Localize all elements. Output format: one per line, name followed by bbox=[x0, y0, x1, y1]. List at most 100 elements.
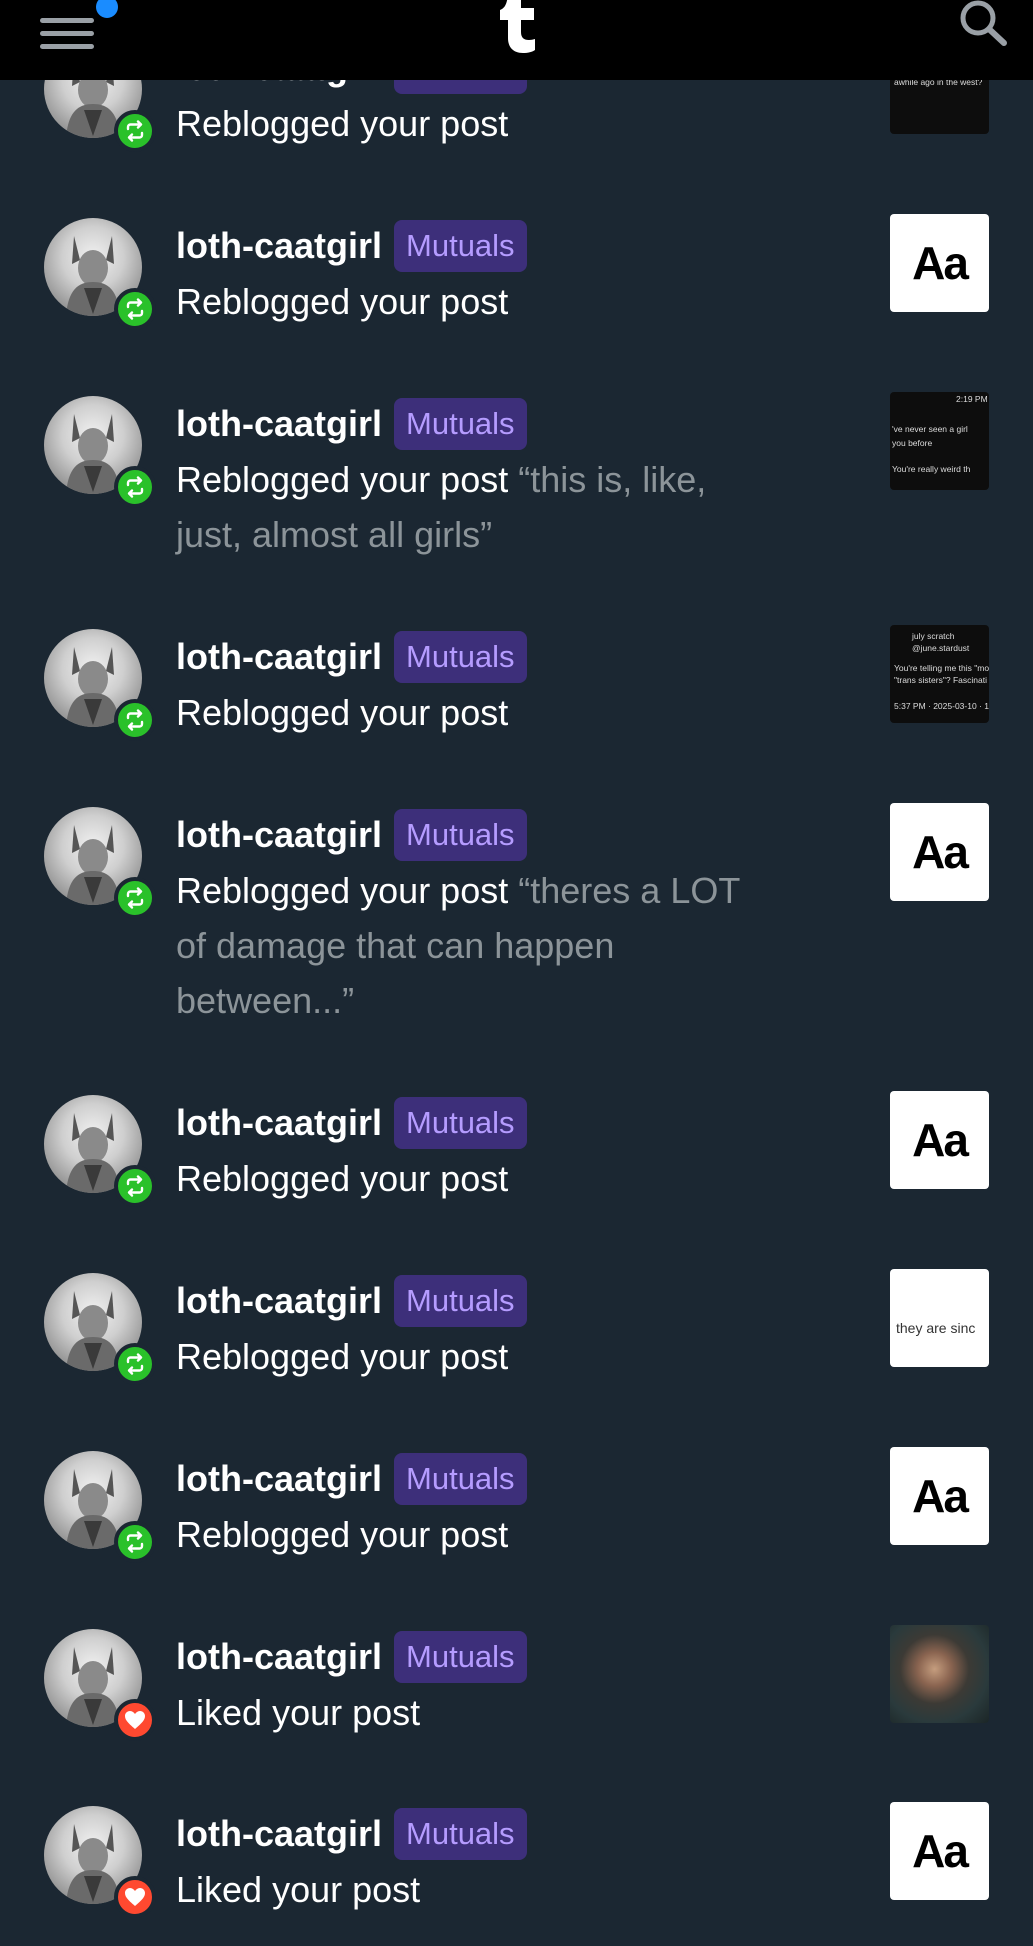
notification-header: loth-caatgirl Mutuals bbox=[176, 1806, 756, 1862]
post-thumbnail[interactable]: Aa bbox=[890, 1802, 989, 1900]
reblog-icon bbox=[126, 120, 144, 142]
reblog-badge bbox=[114, 1521, 156, 1563]
mutuals-badge: Mutuals bbox=[394, 1275, 527, 1327]
mutuals-badge: Mutuals bbox=[394, 220, 527, 272]
notification-action: Reblogged your post “theres a LOT of dam… bbox=[176, 863, 756, 1028]
notification-header: loth-caatgirl Mutuals bbox=[176, 629, 756, 685]
notification-row[interactable]: loth-caatgirl Mutuals Reblogged your post … bbox=[0, 803, 1033, 1021]
thumbnail-text: 5:37 PM · 2025-03-10 · 158K v bbox=[894, 701, 989, 711]
avatar-button[interactable] bbox=[44, 1273, 156, 1385]
like-badge bbox=[114, 1699, 156, 1741]
notification-header: loth-caatgirl Mutuals bbox=[176, 1273, 756, 1329]
thumbnail-text: You're telling me this "mo bbox=[894, 663, 989, 673]
notification-text: loth-caatgirl Mutuals Reblogged your post bbox=[176, 218, 756, 329]
notification-header: loth-caatgirl Mutuals bbox=[176, 1629, 756, 1685]
notification-text: loth-caatgirl Mutuals Liked your post bbox=[176, 1806, 756, 1917]
notification-action: Reblogged your post bbox=[176, 96, 756, 151]
post-thumbnail[interactable]: 2:19 PM 've never seen a girl you before Yo… bbox=[890, 392, 989, 490]
search-button[interactable] bbox=[954, 0, 1010, 48]
thumbnail-text: @june.stardust bbox=[912, 643, 970, 653]
action-text: Liked your post bbox=[176, 1869, 421, 1910]
notification-row[interactable]: loth-caatgirl Mutuals Liked your post Aa bbox=[0, 1802, 1033, 1946]
post-thumbnail[interactable]: Aa bbox=[890, 214, 989, 312]
action-text: Reblogged your post bbox=[176, 103, 509, 144]
reblog-icon bbox=[126, 1175, 144, 1197]
notification-row[interactable]: loth-caatgirl Mutuals Reblogged your post A… bbox=[0, 1447, 1033, 1591]
avatar-button[interactable] bbox=[44, 1629, 156, 1741]
notification-action: Reblogged your post “this is, like, just… bbox=[176, 452, 756, 562]
action-text: Reblogged your post bbox=[176, 1336, 509, 1377]
username-link[interactable]: loth-caatgirl bbox=[176, 1458, 382, 1500]
notification-row[interactable]: loth-caatgirl Mutuals Reblogged your post A… bbox=[0, 214, 1033, 358]
heart-icon bbox=[125, 1711, 145, 1729]
username-link[interactable]: loth-caatgirl bbox=[176, 225, 382, 267]
reblog-badge bbox=[114, 877, 156, 919]
mutuals-badge: Mutuals bbox=[394, 1808, 527, 1860]
username-link[interactable]: loth-caatgirl bbox=[176, 636, 382, 678]
thumbnail-text: you before bbox=[892, 438, 933, 448]
notification-text: loth-caatgirl Mutuals Reblogged your post … bbox=[176, 396, 756, 562]
mutuals-badge: Mutuals bbox=[394, 1097, 527, 1149]
notification-action: Reblogged your post bbox=[176, 274, 756, 329]
notification-row[interactable]: loth-caatgirl Mutuals Reblogged your post A… bbox=[0, 1091, 1033, 1235]
username-link[interactable]: loth-caatgirl bbox=[176, 814, 382, 856]
username-link[interactable]: loth-caatgirl bbox=[176, 1636, 382, 1678]
reblog-icon bbox=[126, 1531, 144, 1553]
avatar-button[interactable] bbox=[44, 807, 156, 919]
post-thumbnail[interactable]: Aa bbox=[890, 1091, 989, 1189]
notification-text: loth-caatgirl Mutuals Reblogged your post bbox=[176, 1273, 756, 1384]
reblog-badge bbox=[114, 466, 156, 508]
username-link[interactable]: loth-caatgirl bbox=[176, 1280, 382, 1322]
notification-action: Reblogged your post bbox=[176, 1151, 756, 1206]
post-thumbnail[interactable]: july scratch @june.stardust You're telling… bbox=[890, 625, 989, 723]
thumbnail-text: 2:19 PM bbox=[956, 394, 988, 404]
notification-action: Reblogged your post bbox=[176, 1329, 756, 1384]
avatar-button[interactable] bbox=[44, 629, 156, 741]
avatar-button[interactable] bbox=[44, 396, 156, 508]
thumbnail-text: they are sinc bbox=[896, 1320, 976, 1336]
post-thumbnail[interactable]: Aa bbox=[890, 1447, 989, 1545]
top-bar bbox=[0, 0, 1033, 80]
notification-header: loth-caatgirl Mutuals bbox=[176, 218, 756, 274]
avatar-button[interactable] bbox=[44, 1806, 156, 1918]
mutuals-badge: Mutuals bbox=[394, 1631, 527, 1683]
thumbnail-text: "trans sisters"? Fascinati bbox=[894, 675, 987, 685]
notification-text: loth-caatgirl Mutuals Reblogged your post … bbox=[176, 807, 756, 1028]
action-text: Reblogged your post bbox=[176, 870, 509, 911]
reblog-badge bbox=[114, 699, 156, 741]
tumblr-logo-button[interactable] bbox=[492, 0, 542, 54]
username-link[interactable]: loth-caatgirl bbox=[176, 403, 382, 445]
avatar-button[interactable] bbox=[44, 1451, 156, 1563]
notification-row[interactable]: loth-caatgirl Mutuals Reblogged your post j… bbox=[0, 625, 1033, 769]
reblog-icon bbox=[126, 1353, 144, 1375]
menu-button[interactable] bbox=[38, 0, 122, 49]
reblog-icon bbox=[126, 476, 144, 498]
search-icon bbox=[960, 0, 1007, 46]
notification-action: Liked your post bbox=[176, 1685, 756, 1740]
notification-text: loth-caatgirl Mutuals Reblogged your post bbox=[176, 1451, 756, 1562]
thumbnail-text: You're really weird th bbox=[892, 464, 971, 474]
avatar-button[interactable] bbox=[44, 1095, 156, 1207]
notification-row[interactable]: loth-caatgirl Mutuals Liked your post bbox=[0, 1625, 1033, 1769]
notification-row[interactable]: loth-caatgirl Mutuals Reblogged your post … bbox=[0, 392, 1033, 555]
notification-header: loth-caatgirl Mutuals bbox=[176, 1095, 756, 1151]
notification-row[interactable]: loth-caatgirl Mutuals Reblogged your post t… bbox=[0, 1269, 1033, 1413]
thumbnail-text: july scratch bbox=[912, 631, 955, 641]
username-link[interactable]: loth-caatgirl bbox=[176, 1813, 382, 1855]
mutuals-badge: Mutuals bbox=[394, 631, 527, 683]
username-link[interactable]: loth-caatgirl bbox=[176, 1102, 382, 1144]
post-thumbnail[interactable]: they are sinc bbox=[890, 1269, 989, 1367]
avatar-button[interactable] bbox=[44, 218, 156, 330]
notification-list: loth-caatgirlMutualsReblogged your postW… bbox=[0, 0, 1033, 1920]
post-thumbnail-photo[interactable] bbox=[890, 1625, 989, 1723]
notification-text: loth-caatgirl Mutuals Liked your post bbox=[176, 1629, 756, 1740]
reblog-badge bbox=[114, 1165, 156, 1207]
post-thumbnail[interactable]: Aa bbox=[890, 803, 989, 901]
action-text: Reblogged your post bbox=[176, 1514, 509, 1555]
mutuals-badge: Mutuals bbox=[394, 1453, 527, 1505]
action-text: Reblogged your post bbox=[176, 459, 509, 500]
tumblr-t-logo-icon bbox=[500, 0, 535, 53]
notification-header: loth-caatgirl Mutuals bbox=[176, 396, 756, 452]
reblog-icon bbox=[126, 709, 144, 731]
notification-header: loth-caatgirl Mutuals bbox=[176, 807, 756, 863]
